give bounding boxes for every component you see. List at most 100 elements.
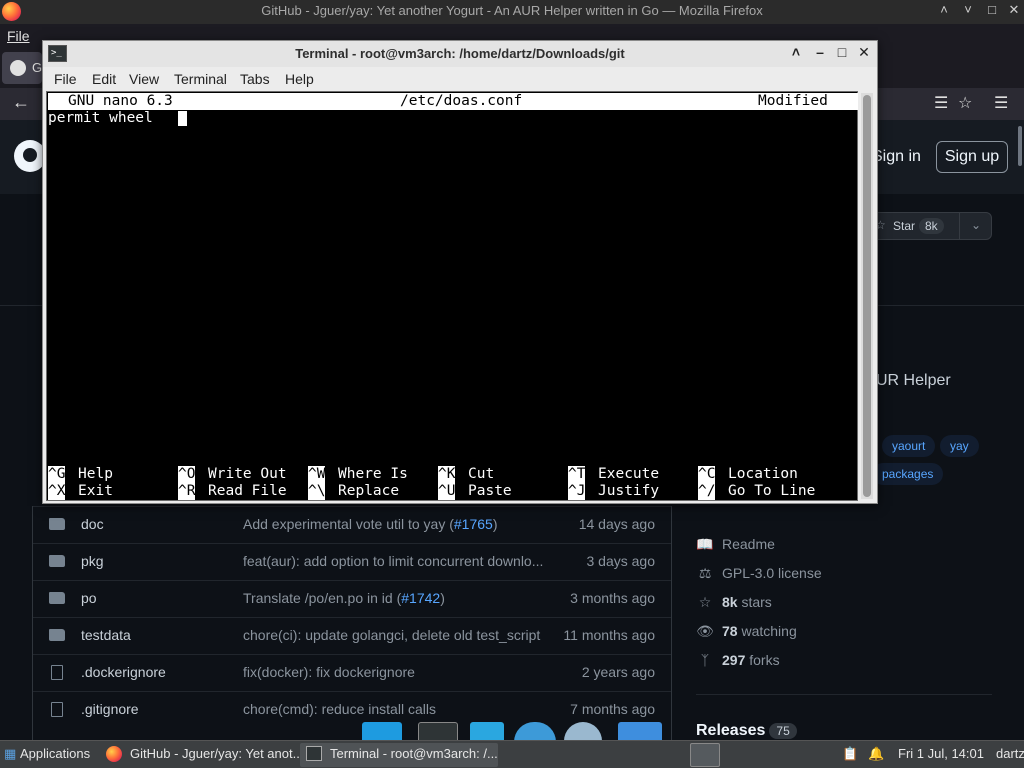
star-dropdown-chevron-icon[interactable]: ⌄ <box>971 218 981 232</box>
commit-message-link[interactable]: chore(cmd): reduce install calls <box>243 701 436 717</box>
file-icon <box>51 702 63 717</box>
license-label: GPL-3.0 license <box>722 565 822 581</box>
watching-count: 78 <box>722 623 738 639</box>
terminal-task-icon <box>306 746 322 761</box>
releases-heading[interactable]: Releases 75 <box>696 722 797 740</box>
clipboard-icon[interactable]: 📋 <box>842 746 858 762</box>
nano-shortcut-label: Cut <box>468 466 495 482</box>
file-row[interactable]: doc Add experimental vote util to yay (#1… <box>33 506 671 543</box>
commit-message-text: fix(docker): fix dockerignore <box>243 664 415 680</box>
nano-shortcut-key: ^U <box>438 483 456 500</box>
dock-show-desktop-icon[interactable] <box>362 722 402 742</box>
bookmark-star-icon[interactable]: ☆ <box>958 93 972 113</box>
file-name-link[interactable]: doc <box>81 516 104 532</box>
sidebar-divider <box>696 694 992 695</box>
nano-shortcut-label: Exit <box>78 483 113 499</box>
notification-bell-icon[interactable]: 🔔 <box>868 746 884 762</box>
file-row[interactable]: .dockerignore fix(docker): fix dockerigno… <box>33 654 671 691</box>
firefox-minimize-button[interactable]: ˅ <box>960 2 976 20</box>
commit-age: 2 years ago <box>581 664 655 680</box>
nano-version: GNU nano 6.3 <box>68 93 173 109</box>
terminal-maximize-button[interactable]: □ <box>833 44 851 62</box>
sidebar-readme-link[interactable]: 📖 Readme <box>696 536 775 553</box>
star-outline-icon: ☆ <box>698 594 712 610</box>
nano-shortcut-key: ^J <box>568 483 586 500</box>
terminal-titlebar[interactable]: >_ Terminal - root@vm3arch: /home/dartz/… <box>43 41 877 67</box>
terminal-menu-edit[interactable]: Edit <box>92 71 116 87</box>
sidebar-stars-link[interactable]: ☆ 8k stars <box>696 594 772 611</box>
topic-tag[interactable]: packages <box>872 463 944 485</box>
firefox-maximize-button[interactable]: □ <box>984 2 1000 20</box>
stars-label: stars <box>741 594 772 610</box>
file-name-link[interactable]: .dockerignore <box>81 664 166 680</box>
applications-menu-icon[interactable]: ▦ <box>4 746 16 762</box>
file-name-link[interactable]: pkg <box>81 553 104 569</box>
workspace-switcher[interactable] <box>690 743 720 767</box>
issue-link[interactable]: #1765 <box>454 516 493 532</box>
hamburger-menu-icon[interactable]: ☰ <box>994 93 1008 113</box>
nano-shortcut-key: ^\ <box>308 483 326 500</box>
file-row[interactable]: testdata chore(ci): update golangci, dele… <box>33 617 671 654</box>
github-favicon-icon <box>10 60 26 76</box>
file-row[interactable]: pkg feat(aur): add option to limit concur… <box>33 543 671 580</box>
dock-terminal-icon[interactable] <box>418 722 458 742</box>
sidebar-forks-link[interactable]: ᛉ 297 forks <box>696 652 780 668</box>
scale-icon: ⚖ <box>698 565 712 581</box>
issue-link[interactable]: #1742 <box>401 590 440 606</box>
file-name-link[interactable]: testdata <box>81 627 131 643</box>
dock-folder-icon[interactable] <box>618 722 662 742</box>
terminal-scrollbar-thumb[interactable] <box>863 95 871 497</box>
commit-message-link[interactable]: chore(ci): update golangci, delete old t… <box>243 627 540 643</box>
github-star-button[interactable]: ☆ Star 8k ⌄ <box>868 212 992 240</box>
commit-message-link[interactable]: Add experimental vote util to yay (#1765… <box>243 516 498 532</box>
terminal-window-title: Terminal - root@vm3arch: /home/dartz/Dow… <box>295 46 625 61</box>
taskbar-firefox-task[interactable]: GitHub - Jguer/yay: Yet anot... <box>100 743 303 767</box>
firefox-tab-github[interactable]: G <box>2 52 42 84</box>
watching-label: watching <box>741 623 797 639</box>
terminal-screen[interactable]: GNU nano 6.3 /etc/doas.conf Modified per… <box>46 91 858 501</box>
github-signup-button[interactable]: Sign up <box>936 141 1008 173</box>
firefox-menu-file[interactable]: File <box>7 28 30 44</box>
taskbar: ▦ Applications GitHub - Jguer/yay: Yet a… <box>0 740 1024 768</box>
taskbar-terminal-task[interactable]: Terminal - root@vm3arch: /... <box>300 743 498 767</box>
file-name-link[interactable]: .gitignore <box>81 701 139 717</box>
topic-tag[interactable]: yay <box>940 435 979 457</box>
nano-modified-status: Modified <box>758 93 828 109</box>
user-name[interactable]: dartz <box>996 746 1024 761</box>
topic-tag[interactable]: yaourt <box>882 435 936 457</box>
commit-message-text: Add experimental vote util to yay ( <box>243 516 454 532</box>
nano-shortcut-key: ^/ <box>698 483 716 500</box>
applications-menu-button[interactable]: Applications <box>20 746 90 761</box>
file-row[interactable]: po Translate /po/en.po in id (#1742) 3 mon… <box>33 580 671 617</box>
firefox-keep-above-button[interactable]: ˄ <box>936 2 952 20</box>
terminal-menu-tabs[interactable]: Tabs <box>240 71 270 87</box>
terminal-menu-file[interactable]: File <box>54 71 77 87</box>
clock[interactable]: Fri 1 Jul, 14:01 <box>898 746 984 761</box>
terminal-close-button[interactable]: ✕ <box>855 44 873 62</box>
fork-icon: ᛉ <box>700 652 710 668</box>
commit-message-link[interactable]: feat(aur): add option to limit concurren… <box>243 553 543 569</box>
terminal-menu-terminal[interactable]: Terminal <box>174 71 227 87</box>
terminal-keep-above-button[interactable]: ˄ <box>787 44 805 62</box>
firefox-close-button[interactable]: ✕ <box>1006 2 1022 20</box>
dock-file-manager-icon[interactable] <box>470 722 504 742</box>
commit-message-link[interactable]: fix(docker): fix dockerignore <box>243 664 415 680</box>
nano-shortcut-label: Read File <box>208 483 287 499</box>
github-about-description: UR Helper <box>876 372 951 389</box>
star-divider <box>959 213 960 239</box>
terminal-menu-view[interactable]: View <box>129 71 159 87</box>
page-scrollbar-thumb[interactable] <box>1018 126 1022 166</box>
terminal-minimize-button[interactable]: – <box>811 44 829 62</box>
back-arrow-icon[interactable]: ← <box>12 92 30 113</box>
github-signin-link[interactable]: Sign in <box>872 148 921 166</box>
sidebar-license-link[interactable]: ⚖ GPL-3.0 license <box>696 565 822 582</box>
star-label: Star <box>893 219 916 233</box>
firefox-titlebar: GitHub - Jguer/yay: Yet another Yogurt -… <box>0 0 1024 24</box>
terminal-menu-help[interactable]: Help <box>285 71 314 87</box>
reader-view-icon[interactable]: ☰ <box>934 93 948 113</box>
sidebar-watching-link[interactable]: 👁 78 watching <box>696 623 797 640</box>
file-name-link[interactable]: po <box>81 590 97 606</box>
nano-editor-content[interactable]: permit wheel <box>48 110 162 127</box>
terminal-scrollbar[interactable] <box>861 93 873 499</box>
commit-message-link[interactable]: Translate /po/en.po in id (#1742) <box>243 590 445 606</box>
